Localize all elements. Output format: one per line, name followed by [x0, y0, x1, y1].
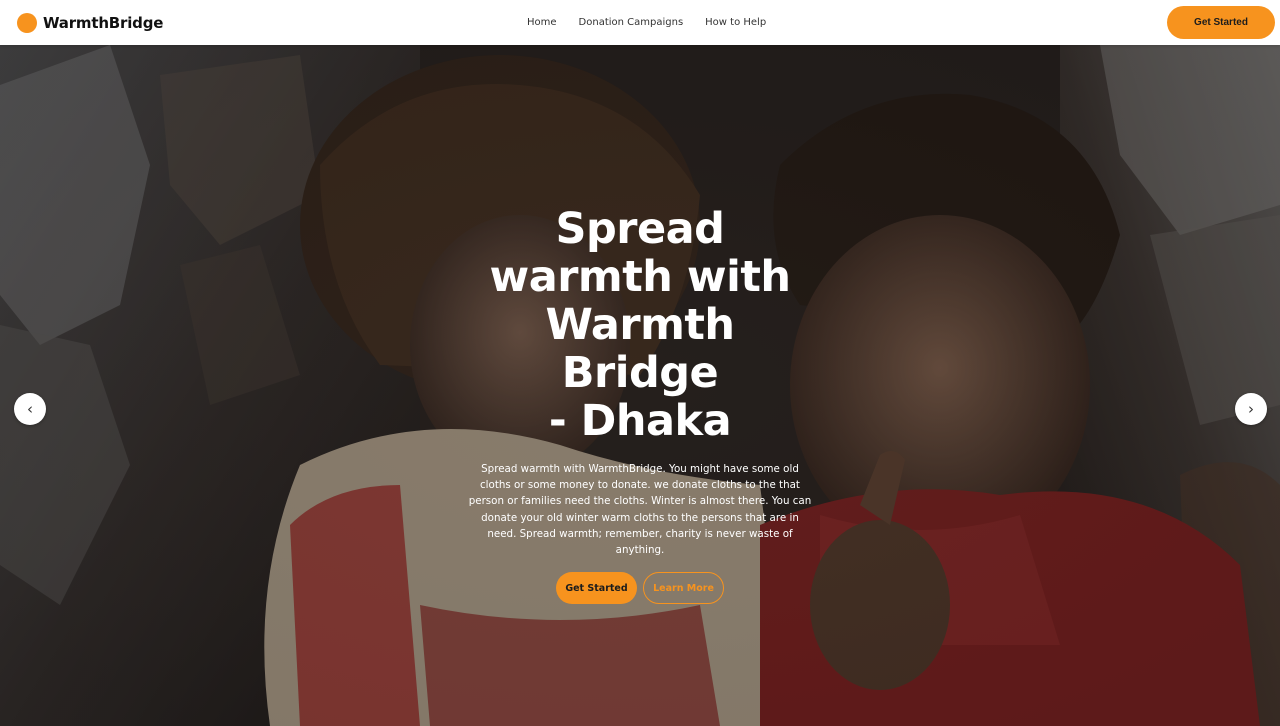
main-nav: Home Donation Campaigns How to Help	[527, 0, 788, 45]
carousel-prev-button[interactable]: ‹	[14, 393, 46, 425]
chevron-right-icon: ›	[1248, 400, 1254, 418]
nav-link-donation-campaigns[interactable]: Donation Campaigns	[579, 17, 684, 28]
carousel-next-button[interactable]: ›	[1235, 393, 1267, 425]
hero-get-started-button[interactable]: Get Started	[556, 572, 637, 605]
hero-buttons: Get Started Learn More	[440, 572, 840, 605]
hero-title-line: Bridge	[561, 348, 719, 398]
hero-title-line: Spread	[555, 204, 725, 254]
hero-title: Spread warmth with Warmth Bridge - Dhaka	[440, 205, 840, 445]
navbar: WarmthBridge Home Donation Campaigns How…	[0, 0, 1280, 45]
hero-title-line: - Dhaka	[548, 396, 732, 446]
nav-get-started-button[interactable]: Get Started	[1167, 6, 1275, 39]
hero-learn-more-button[interactable]: Learn More	[643, 572, 724, 605]
hero-description: Spread warmth with WarmthBridge. You mig…	[468, 463, 812, 557]
brand-logo-icon	[17, 12, 37, 33]
chevron-left-icon: ‹	[27, 400, 33, 418]
hero-content: Spread warmth with Warmth Bridge - Dhaka…	[440, 205, 840, 605]
nav-link-home[interactable]: Home	[527, 17, 557, 28]
hero-title-line: warmth with	[489, 252, 791, 302]
brand-name: WarmthBridge	[43, 13, 164, 32]
hero-section: Spread warmth with Warmth Bridge - Dhaka…	[0, 45, 1280, 726]
nav-link-how-to-help[interactable]: How to Help	[705, 17, 766, 28]
hero-title-line: Warmth	[545, 300, 735, 350]
brand[interactable]: WarmthBridge	[17, 12, 163, 33]
